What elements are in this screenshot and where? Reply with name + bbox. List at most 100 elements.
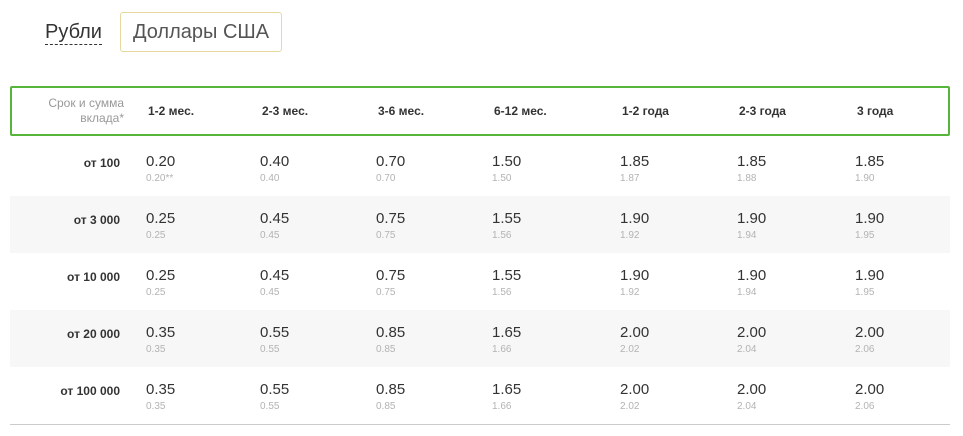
table-row: от 3 000 0.25 0.25 0.45 0.45 0.75 0.75 1.55 1.56… bbox=[10, 196, 950, 253]
rate-cell: 0.40 0.40 bbox=[260, 153, 289, 185]
rate-value: 2.00 bbox=[855, 381, 885, 398]
rate-cell: 1.90 1.95 bbox=[855, 210, 884, 242]
rate-value: 1.90 bbox=[737, 267, 767, 284]
effective-rate-value: 1.94 bbox=[737, 287, 757, 298]
rate-cell: 1.90 1.94 bbox=[737, 210, 766, 242]
effective-rate-value: 1.94 bbox=[737, 230, 757, 241]
rate-cell: 0.45 0.45 bbox=[260, 210, 289, 242]
rate-value: 0.55 bbox=[260, 381, 290, 398]
effective-rate-value: 0.75 bbox=[376, 287, 396, 298]
row-amount-label: от 3 000 bbox=[73, 213, 120, 227]
rate-cell: 0.35 0.35 bbox=[146, 381, 175, 413]
rate-value: 2.00 bbox=[855, 324, 885, 341]
rate-cell: 0.35 0.35 bbox=[146, 324, 175, 356]
rate-value: 1.85 bbox=[620, 153, 650, 170]
column-header: 6-12 мес. bbox=[494, 104, 547, 118]
effective-rate-value: 0.25 bbox=[146, 287, 166, 298]
rate-value: 0.35 bbox=[146, 324, 176, 341]
column-header: 1-2 года bbox=[622, 104, 669, 118]
rate-cell: 1.85 1.87 bbox=[620, 153, 649, 185]
tab-usd[interactable]: Доллары США bbox=[119, 12, 283, 52]
table-header-row: Срок и сумма вклада* 1-2 мес. 2-3 мес. 3… bbox=[10, 86, 950, 136]
rate-value: 1.90 bbox=[855, 267, 885, 284]
rate-value: 1.85 bbox=[737, 153, 767, 170]
table-row: от 100 0.20 0.20** 0.40 0.40 0.70 0.70 1.50 1.50… bbox=[10, 139, 950, 196]
effective-rate-value: 0.45 bbox=[260, 287, 280, 298]
table-row: от 10 000 0.25 0.25 0.45 0.45 0.75 0.75 1.55 1.5… bbox=[10, 253, 950, 310]
rate-value: 1.65 bbox=[492, 381, 522, 398]
row-amount-label: от 100 bbox=[83, 156, 120, 170]
effective-rate-value: 0.55 bbox=[260, 401, 280, 412]
rate-cell: 2.00 2.04 bbox=[737, 381, 766, 413]
effective-rate-value: 2.06 bbox=[855, 401, 875, 412]
column-header: 2-3 мес. bbox=[262, 104, 309, 118]
rate-cell: 0.25 0.25 bbox=[146, 210, 175, 242]
rate-value: 1.85 bbox=[855, 153, 885, 170]
row-amount-label: от 100 000 bbox=[60, 384, 120, 398]
effective-rate-value: 2.04 bbox=[737, 344, 757, 355]
effective-rate-value: 0.70 bbox=[376, 173, 396, 184]
rate-cell: 1.65 1.66 bbox=[492, 381, 521, 413]
effective-rate-value: 1.90 bbox=[855, 173, 875, 184]
rate-value: 2.00 bbox=[737, 381, 767, 398]
rate-cell: 0.70 0.70 bbox=[376, 153, 405, 185]
rate-value: 0.85 bbox=[376, 324, 406, 341]
rate-cell: 2.00 2.02 bbox=[620, 381, 649, 413]
rate-value: 0.35 bbox=[146, 381, 176, 398]
rate-cell: 0.55 0.55 bbox=[260, 324, 289, 356]
rate-value: 1.55 bbox=[492, 210, 522, 227]
rate-cell: 1.85 1.88 bbox=[737, 153, 766, 185]
rate-value: 1.90 bbox=[620, 210, 650, 227]
row-amount-label: от 10 000 bbox=[67, 270, 120, 284]
rate-value: 0.75 bbox=[376, 210, 406, 227]
tab-rub[interactable]: Рубли bbox=[45, 20, 102, 45]
rate-cell: 0.55 0.55 bbox=[260, 381, 289, 413]
rate-cell: 0.75 0.75 bbox=[376, 267, 405, 299]
rate-cell: 0.25 0.25 bbox=[146, 267, 175, 299]
rate-value: 2.00 bbox=[737, 324, 767, 341]
effective-rate-value: 1.50 bbox=[492, 173, 512, 184]
rate-cell: 1.55 1.56 bbox=[492, 267, 521, 299]
rate-cell: 1.90 1.92 bbox=[620, 267, 649, 299]
rate-value: 0.45 bbox=[260, 267, 290, 284]
effective-rate-value: 2.06 bbox=[855, 344, 875, 355]
effective-rate-value: 0.25 bbox=[146, 230, 166, 241]
effective-rate-value: 1.95 bbox=[855, 287, 875, 298]
effective-rate-value: 2.02 bbox=[620, 344, 640, 355]
effective-rate-value: 2.04 bbox=[737, 401, 757, 412]
table-row: от 100 000 0.35 0.35 0.55 0.55 0.85 0.85 1.65 1.… bbox=[10, 367, 950, 424]
rate-cell: 1.55 1.56 bbox=[492, 210, 521, 242]
effective-rate-value: 1.66 bbox=[492, 401, 512, 412]
rate-value: 0.75 bbox=[376, 267, 406, 284]
rate-cell: 1.85 1.90 bbox=[855, 153, 884, 185]
rate-cell: 1.90 1.95 bbox=[855, 267, 884, 299]
effective-rate-value: 0.35 bbox=[146, 401, 166, 412]
effective-rate-value: 0.35 bbox=[146, 344, 166, 355]
row-amount-label: от 20 000 bbox=[67, 327, 120, 341]
effective-rate-value: 0.75 bbox=[376, 230, 396, 241]
rate-value: 0.25 bbox=[146, 267, 176, 284]
rate-cell: 2.00 2.06 bbox=[855, 381, 884, 413]
column-header: 1-2 мес. bbox=[148, 104, 195, 118]
rate-value: 0.40 bbox=[260, 153, 290, 170]
table-row: от 20 000 0.35 0.35 0.55 0.55 0.85 0.85 1.65 1.6… bbox=[10, 310, 950, 367]
column-header: 2-3 года bbox=[739, 104, 786, 118]
effective-rate-value: 1.56 bbox=[492, 230, 512, 241]
effective-rate-value: 0.55 bbox=[260, 344, 280, 355]
rate-value: 0.45 bbox=[260, 210, 290, 227]
column-header: 3-6 мес. bbox=[378, 104, 425, 118]
rate-value: 0.55 bbox=[260, 324, 290, 341]
rate-cell: 1.90 1.94 bbox=[737, 267, 766, 299]
effective-rate-value: 1.88 bbox=[737, 173, 757, 184]
rate-value: 1.90 bbox=[737, 210, 767, 227]
effective-rate-value: 0.85 bbox=[376, 344, 396, 355]
effective-rate-value: 1.56 bbox=[492, 287, 512, 298]
rate-value: 1.55 bbox=[492, 267, 522, 284]
effective-rate-value: 0.20** bbox=[146, 173, 174, 184]
rate-value: 2.00 bbox=[620, 381, 650, 398]
effective-rate-value: 1.66 bbox=[492, 344, 512, 355]
rate-cell: 2.00 2.06 bbox=[855, 324, 884, 356]
rate-cell: 0.85 0.85 bbox=[376, 324, 405, 356]
rate-value: 1.90 bbox=[855, 210, 885, 227]
effective-rate-value: 1.92 bbox=[620, 287, 640, 298]
